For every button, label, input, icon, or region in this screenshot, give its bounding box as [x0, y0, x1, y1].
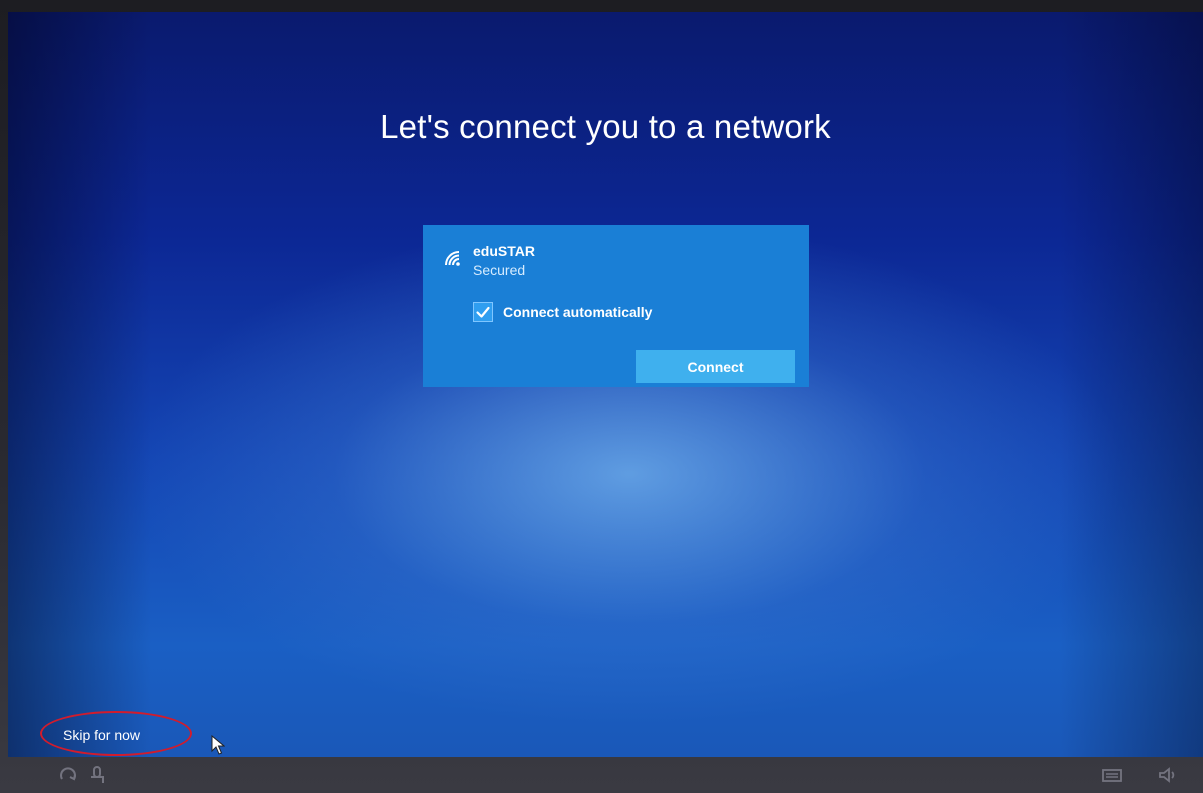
- monitor-bezel: Let's connect you to a network eduSTAR S…: [0, 0, 1203, 793]
- volume-icon[interactable]: [1158, 765, 1178, 785]
- connect-button[interactable]: Connect: [636, 350, 795, 383]
- accessibility-icon[interactable]: [87, 765, 107, 785]
- connect-automatically-checkbox[interactable]: [473, 302, 493, 322]
- ease-of-access-icon[interactable]: [58, 765, 78, 785]
- keyboard-icon[interactable]: [1102, 765, 1122, 785]
- skip-highlight-circle: [40, 711, 192, 756]
- bottom-system-bar: [0, 757, 1203, 793]
- checkmark-icon: [476, 306, 490, 318]
- mouse-cursor-icon: [211, 735, 225, 755]
- page-title: Let's connect you to a network: [380, 108, 831, 145]
- connect-automatically-label[interactable]: Connect automatically: [503, 304, 652, 320]
- wifi-icon: [443, 249, 461, 267]
- network-card[interactable]: eduSTAR Secured Connect automatically Co…: [423, 225, 809, 387]
- network-name: eduSTAR: [473, 243, 535, 259]
- network-status: Secured: [473, 262, 526, 278]
- setup-screen: Let's connect you to a network eduSTAR S…: [8, 12, 1203, 757]
